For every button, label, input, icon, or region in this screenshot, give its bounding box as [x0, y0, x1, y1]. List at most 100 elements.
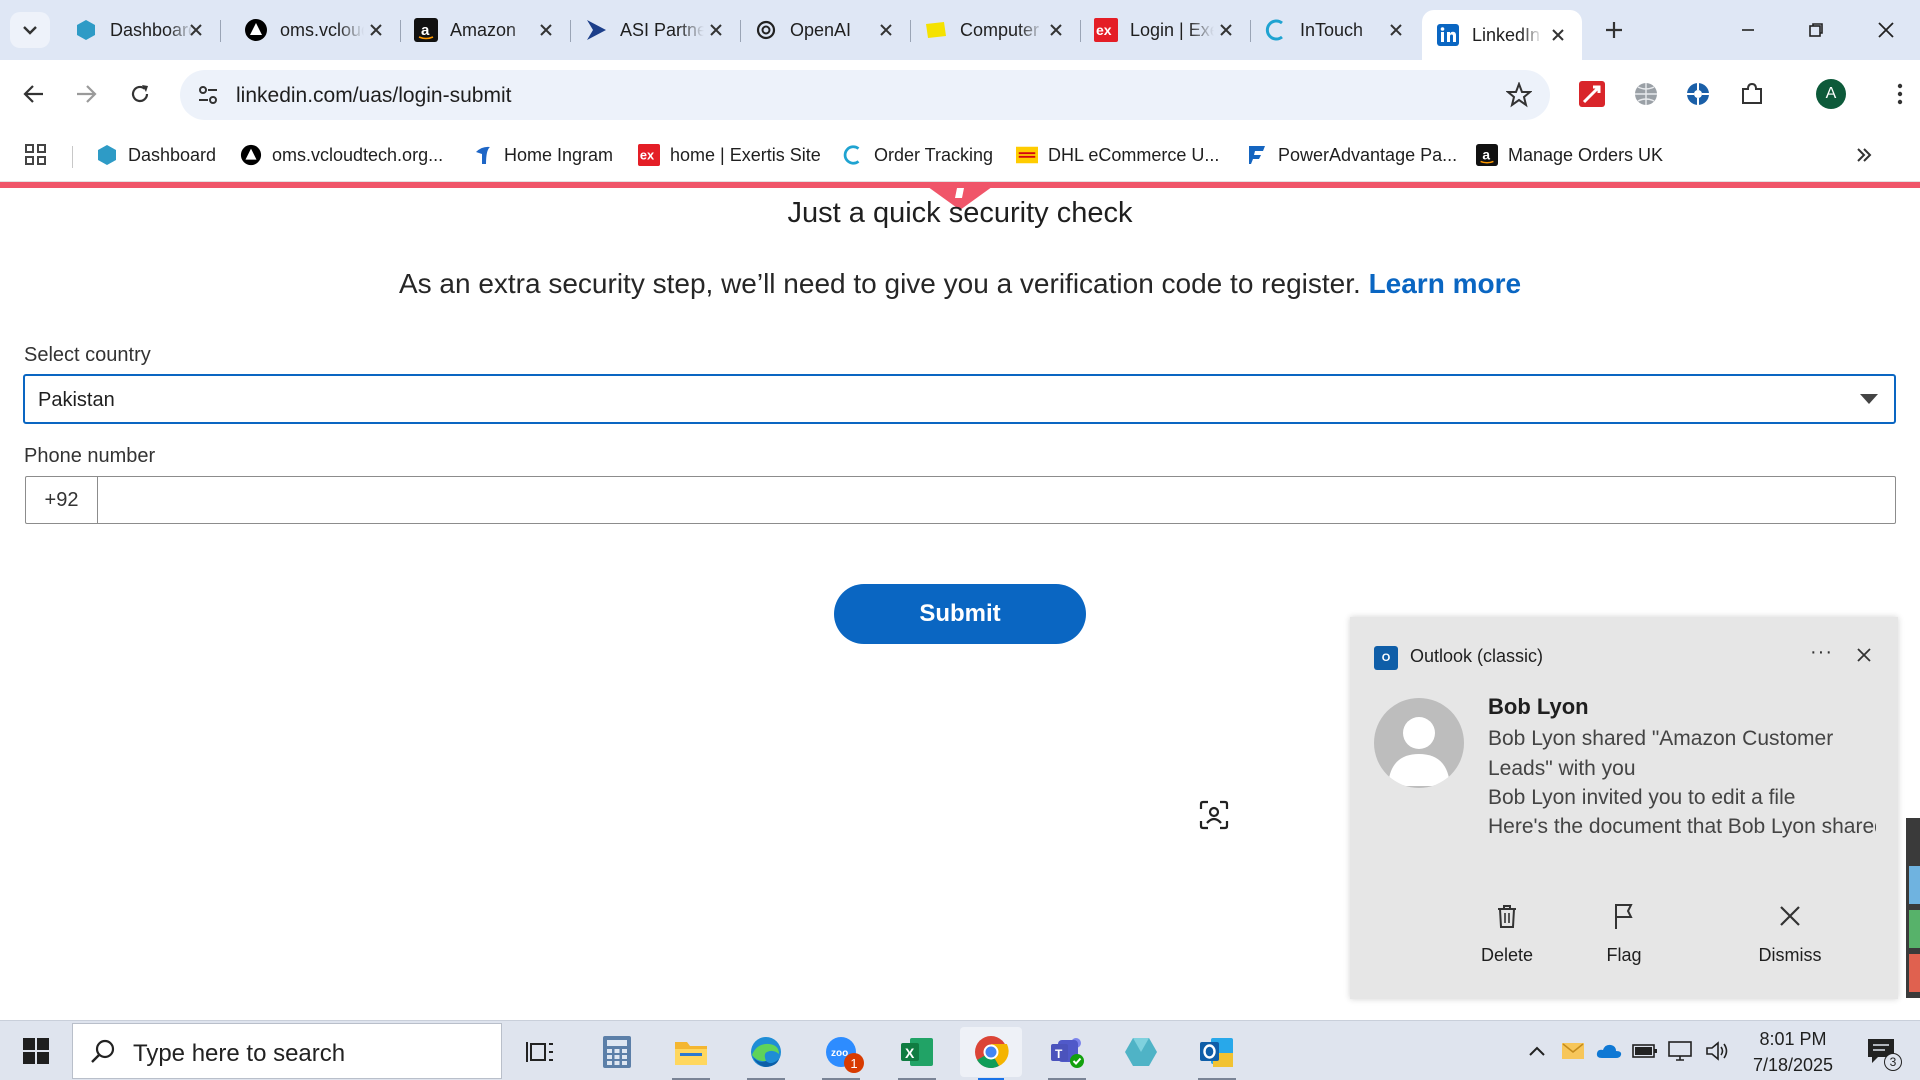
teams-app[interactable]: T: [1036, 1027, 1098, 1080]
tab-title: Dashboard: [110, 19, 194, 40]
chrome-app[interactable]: [960, 1027, 1022, 1080]
apps-grid-button[interactable]: [24, 140, 48, 170]
country-label: Select country: [24, 344, 151, 366]
task-view-icon: [526, 1042, 553, 1062]
outlook-notification[interactable]: O Outlook (classic) ··· Bob Lyon Bob Lyo…: [1350, 617, 1898, 999]
tab-title: ASI Partner: [620, 19, 704, 40]
security-description: As an extra security step, we’ll need to…: [0, 268, 1920, 300]
bookmark-label: oms.vcloudtech.org...: [272, 144, 444, 165]
bookmark-star-icon[interactable]: [1505, 81, 1533, 113]
reload-button[interactable]: [120, 74, 160, 114]
tab-computer[interactable]: Computer: [910, 10, 1081, 50]
bookmark-oms[interactable]: oms.vcloudtech.org...: [240, 140, 443, 170]
tab-oms[interactable]: oms.vcloudtech.org: [230, 10, 401, 50]
back-button[interactable]: [14, 74, 54, 114]
delete-button[interactable]: Delete: [1447, 889, 1567, 973]
learn-more-link[interactable]: Learn more: [1369, 268, 1522, 299]
tab-asi-partner[interactable]: ASI Partner: [570, 10, 741, 50]
close-tab-icon[interactable]: [536, 20, 556, 40]
tab-openai[interactable]: OpenAI: [740, 10, 911, 50]
face-scan-icon[interactable]: [1199, 800, 1229, 830]
plus-icon: [1606, 22, 1622, 38]
close-tab-icon[interactable]: [876, 20, 896, 40]
exertis-icon: ex: [1094, 18, 1118, 42]
onedrive-icon[interactable]: [1594, 1033, 1624, 1069]
browser-menu-icon[interactable]: [1882, 76, 1918, 112]
minimize-button[interactable]: [1720, 8, 1776, 52]
tab-dashboard[interactable]: Dashboard: [60, 10, 221, 50]
network-icon[interactable]: [1666, 1033, 1696, 1069]
tab-search-button[interactable]: [10, 12, 50, 48]
url-text[interactable]: linkedin.com/uas/login-submit: [236, 84, 511, 108]
close-tab-icon[interactable]: [1548, 25, 1568, 45]
address-bar[interactable]: linkedin.com/uas/login-submit: [180, 70, 1550, 120]
edge-app[interactable]: [735, 1027, 797, 1080]
triangle-logo-icon: [240, 144, 262, 166]
bookmark-home-ingram[interactable]: Home Ingram: [472, 140, 613, 170]
tab-linkedin[interactable]: LinkedIn: [1422, 10, 1582, 60]
more-options-button[interactable]: ···: [1810, 641, 1833, 664]
bookmark-dashboard[interactable]: Dashboard: [96, 140, 216, 170]
task-view-button[interactable]: [509, 1027, 571, 1077]
profile-avatar[interactable]: A: [1816, 79, 1846, 109]
taskbar-search[interactable]: Type here to search: [72, 1023, 502, 1079]
bookmark-order-tracking[interactable]: Order Tracking: [842, 140, 993, 170]
flag-label: Flag: [1606, 945, 1642, 965]
trash-icon: [1498, 905, 1516, 928]
bookmark-dhl[interactable]: DHL eCommerce U...: [1016, 140, 1219, 170]
close-notification-button[interactable]: [1852, 643, 1876, 667]
bookmark-manage-orders-uk[interactable]: a Manage Orders UK: [1476, 140, 1663, 170]
tab-amazon[interactable]: a Amazon: [400, 10, 571, 50]
bookmark-poweradvantage[interactable]: PowerAdvantage Pa...: [1246, 140, 1457, 170]
volume-icon[interactable]: [1702, 1033, 1732, 1069]
tab-title: OpenAI: [790, 19, 852, 40]
country-select[interactable]: Pakistan: [23, 374, 1896, 424]
new-tab-button[interactable]: [1598, 14, 1630, 46]
tab-login-exertis[interactable]: ex Login | Exertis: [1080, 10, 1251, 50]
mail-tray-icon[interactable]: [1558, 1033, 1588, 1069]
blue-extension-icon[interactable]: [1680, 76, 1716, 112]
azure-app[interactable]: [1110, 1027, 1172, 1077]
close-tab-icon[interactable]: [1386, 20, 1406, 40]
zoom-app[interactable]: zoo 1: [810, 1027, 872, 1080]
flag-button[interactable]: Flag: [1564, 889, 1684, 973]
more-bookmarks-button[interactable]: [1854, 140, 1874, 170]
system-clock[interactable]: 8:01 PM 7/18/2025: [1738, 1026, 1848, 1078]
calculator-app[interactable]: [586, 1027, 648, 1077]
bookmark-exertis[interactable]: ex home | Exertis Site: [638, 140, 821, 170]
forward-button[interactable]: [66, 74, 106, 114]
chevron-down-icon: [23, 26, 37, 35]
close-tab-icon[interactable]: [186, 20, 206, 40]
restore-button[interactable]: [1788, 8, 1844, 52]
page-title: Just a quick security check: [787, 197, 1133, 229]
phone-number-input[interactable]: [100, 478, 1890, 522]
message-line: Bob Lyon invited you to edit a file: [1488, 786, 1796, 809]
close-tab-icon[interactable]: [366, 20, 386, 40]
submit-button[interactable]: Submit: [834, 584, 1086, 644]
tab-intouch[interactable]: InTouch: [1250, 10, 1420, 50]
notification-center-button[interactable]: 3: [1858, 1035, 1902, 1071]
teams-icon: T: [1051, 1038, 1084, 1068]
pdf-extension-icon[interactable]: [1574, 76, 1610, 112]
close-window-button[interactable]: [1858, 8, 1914, 52]
calculator-icon: [603, 1036, 631, 1068]
dismiss-button[interactable]: Dismiss: [1730, 889, 1850, 973]
tab-title: Computer: [960, 19, 1040, 40]
bookmarks-bar: Dashboard oms.vcloudtech.org... Home Ing…: [0, 130, 1920, 182]
tab-title: InTouch: [1300, 19, 1364, 40]
close-tab-icon[interactable]: [1046, 20, 1066, 40]
file-explorer-app[interactable]: [660, 1027, 722, 1080]
close-tab-icon[interactable]: [706, 20, 726, 40]
show-hidden-icons-button[interactable]: [1522, 1033, 1552, 1069]
outlook-app[interactable]: [1186, 1027, 1248, 1080]
globe-extension-icon[interactable]: [1628, 76, 1664, 112]
excel-app[interactable]: X: [886, 1027, 948, 1080]
battery-icon[interactable]: [1630, 1033, 1660, 1069]
start-button[interactable]: [12, 1033, 60, 1069]
edge-icon: [751, 1037, 781, 1067]
site-settings-icon[interactable]: [196, 83, 220, 112]
arrow-play-icon: [584, 18, 608, 42]
close-tab-icon[interactable]: [1216, 20, 1236, 40]
hexagon-app-icon: [1125, 1038, 1157, 1066]
extensions-puzzle-icon[interactable]: [1734, 76, 1770, 112]
